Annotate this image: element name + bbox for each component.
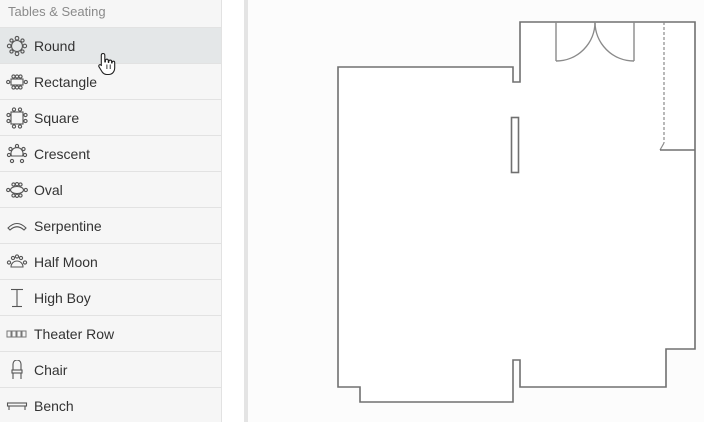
sidebar-item-high-boy[interactable]: High Boy [0, 280, 221, 316]
bench-icon [0, 388, 34, 422]
floor-plan-canvas[interactable] [248, 0, 704, 422]
high-boy-table-icon [0, 280, 34, 316]
crescent-table-icon [0, 136, 34, 172]
sidebar-item-label: Serpentine [34, 217, 102, 234]
sidebar-item-label: Rectangle [34, 73, 98, 90]
sidebar-item-label: Round [34, 37, 76, 54]
sidebar-item-square[interactable]: Square [0, 100, 221, 136]
sidebar-item-label: Theater Row [34, 325, 115, 342]
sidebar-item-rectangle[interactable]: Rectangle [0, 64, 221, 100]
oval-table-icon [0, 172, 34, 208]
square-table-icon [0, 100, 34, 136]
sidebar-item-label: Crescent [34, 145, 91, 162]
sidebar-item-serpentine[interactable]: Serpentine [0, 208, 221, 244]
floor-planner-app: Tables & Seating Round Rectangle Square … [0, 0, 704, 422]
rectangle-table-icon [0, 64, 34, 100]
sidebar-item-round[interactable]: Round [0, 28, 221, 64]
sidebar-item-half-moon[interactable]: Half Moon [0, 244, 221, 280]
sidebar-item-label: Chair [34, 361, 68, 378]
section-title: Tables & Seating [0, 0, 221, 28]
sidebar-item-label: Bench [34, 397, 74, 414]
floor-plan-drawing [337, 21, 696, 403]
room-walls [337, 21, 696, 403]
interior-column [510, 116, 520, 174]
chair-icon [0, 352, 34, 388]
serpentine-table-icon [0, 208, 34, 244]
sidebar-item-label: Half Moon [34, 253, 98, 270]
sidebar-item-label: Oval [34, 181, 63, 198]
sidebar-item-label: High Boy [34, 289, 91, 306]
sidebar-item-crescent[interactable]: Crescent [0, 136, 221, 172]
sidebar-item-theater-row[interactable]: Theater Row [0, 316, 221, 352]
sidebar-item-bench[interactable]: Bench [0, 388, 221, 422]
half-moon-table-icon [0, 244, 34, 280]
sidebar-item-oval[interactable]: Oval [0, 172, 221, 208]
tables-seating-sidebar: Tables & Seating Round Rectangle Square … [0, 0, 222, 422]
sidebar-item-chair[interactable]: Chair [0, 352, 221, 388]
round-table-icon [0, 28, 34, 64]
sidebar-item-label: Square [34, 109, 80, 126]
theater-row-icon [0, 316, 34, 352]
